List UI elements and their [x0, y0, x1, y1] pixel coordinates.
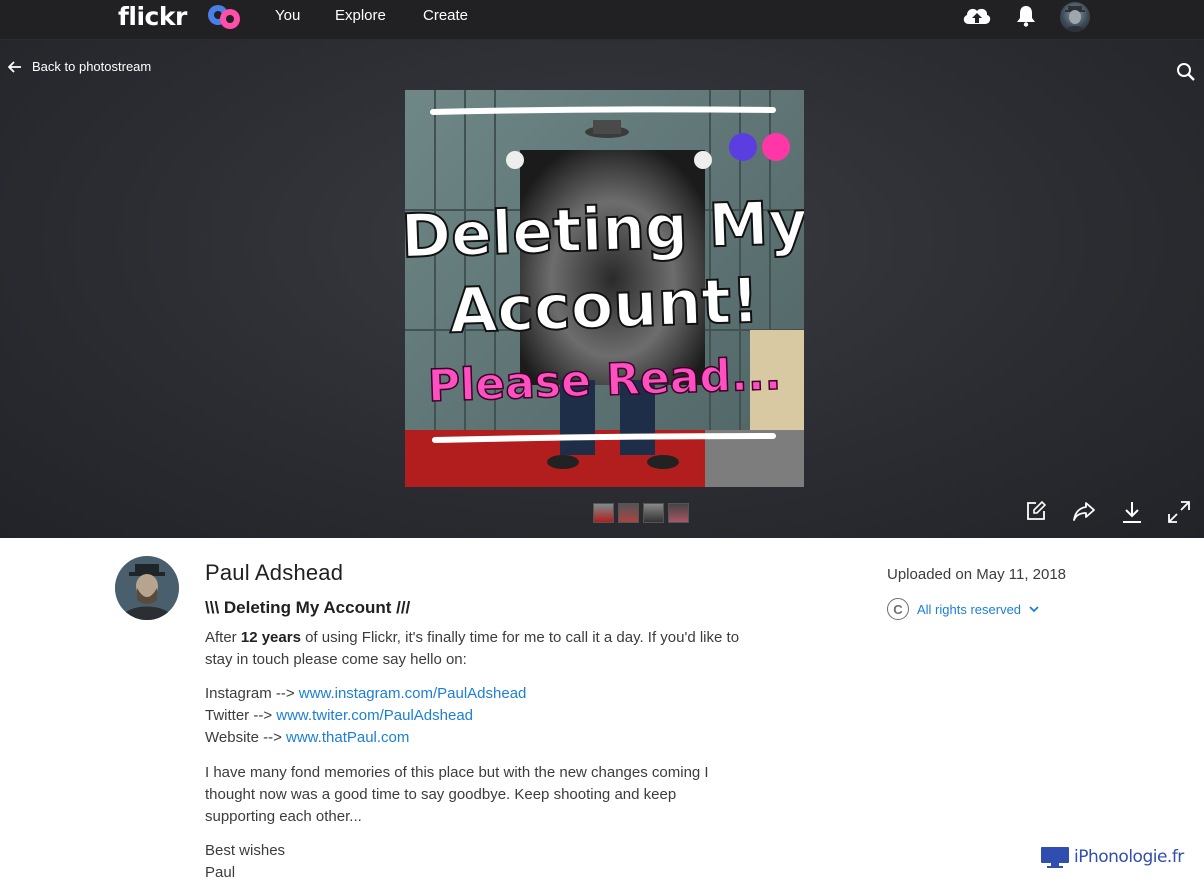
upload-icon[interactable]	[961, 4, 993, 28]
fullscreen-icon[interactable]	[1167, 500, 1191, 524]
thumbnail[interactable]	[643, 503, 664, 523]
instagram-link[interactable]: www.instagram.com/PaulAdshead	[299, 685, 527, 702]
thumbnail[interactable]	[668, 503, 689, 523]
back-to-photostream-link[interactable]: Back to photostream	[8, 59, 151, 74]
website-link[interactable]: www.thatPaul.com	[286, 729, 409, 746]
social-item-twitter: Twitter --> www.twiter.com/PaulAdshead	[205, 707, 474, 724]
photo-info-panel: Paul Adshead \\\ Deleting My Account ///…	[0, 538, 1204, 894]
main-photo[interactable]: Deleting My Account! Please Read...	[405, 90, 804, 487]
edit-icon[interactable]	[1025, 500, 1047, 522]
watermark-text: iPhonologie.fr	[1074, 847, 1184, 867]
flickr-logo[interactable]: flickr	[118, 2, 187, 31]
signoff: Best wishes Paul	[205, 842, 286, 881]
author-avatar[interactable]	[115, 556, 179, 620]
photo-text-line2: Account!	[448, 264, 761, 348]
license-label[interactable]: All rights reserved	[917, 602, 1021, 617]
search-icon[interactable]	[1176, 62, 1196, 82]
flickr-pink-dot-icon	[220, 9, 240, 29]
user-avatar[interactable]	[1060, 2, 1090, 32]
photo-viewer: Back to photostream Deleting My Account!…	[0, 40, 1204, 538]
nav-you-link[interactable]: You	[275, 7, 300, 24]
bell-icon[interactable]	[1016, 5, 1036, 27]
social-links: Instagram --> www.instagram.com/PaulAdsh…	[205, 683, 765, 749]
photo-title: \\\ Deleting My Account ///	[205, 598, 411, 617]
license-selector[interactable]: C All rights reserved	[887, 598, 1039, 620]
thumbnail[interactable]	[618, 503, 639, 523]
nav-create-link[interactable]: Create	[423, 7, 468, 24]
site-watermark: iPhonologie.fr	[1040, 846, 1184, 868]
social-item-instagram: Instagram --> www.instagram.com/PaulAdsh…	[205, 685, 527, 702]
twitter-link[interactable]: www.twiter.com/PaulAdshead	[276, 707, 473, 724]
share-icon[interactable]	[1072, 500, 1096, 522]
author-name[interactable]: Paul Adshead	[205, 560, 343, 586]
thumbnail[interactable]	[593, 503, 614, 523]
photo-text-line1: Deleting My	[405, 188, 804, 272]
back-label: Back to photostream	[32, 59, 152, 74]
social-item-website: Website --> www.thatPaul.com	[205, 729, 410, 746]
nav-explore-link[interactable]: Explore	[335, 7, 386, 24]
upload-date: Uploaded on May 11, 2018	[887, 566, 1067, 583]
monitor-icon	[1041, 847, 1069, 868]
description-paragraph-2: I have many fond memories of this place …	[205, 764, 709, 825]
top-navigation-bar: flickr You Explore Create	[0, 0, 1204, 40]
chevron-down-icon	[1029, 606, 1039, 613]
download-icon[interactable]	[1121, 500, 1143, 524]
copyright-icon: C	[887, 598, 909, 620]
arrow-left-icon	[8, 60, 21, 73]
description-paragraph-1: After 12 years of using Flickr, it's fin…	[205, 629, 740, 668]
photo-thumbnails	[593, 503, 689, 523]
